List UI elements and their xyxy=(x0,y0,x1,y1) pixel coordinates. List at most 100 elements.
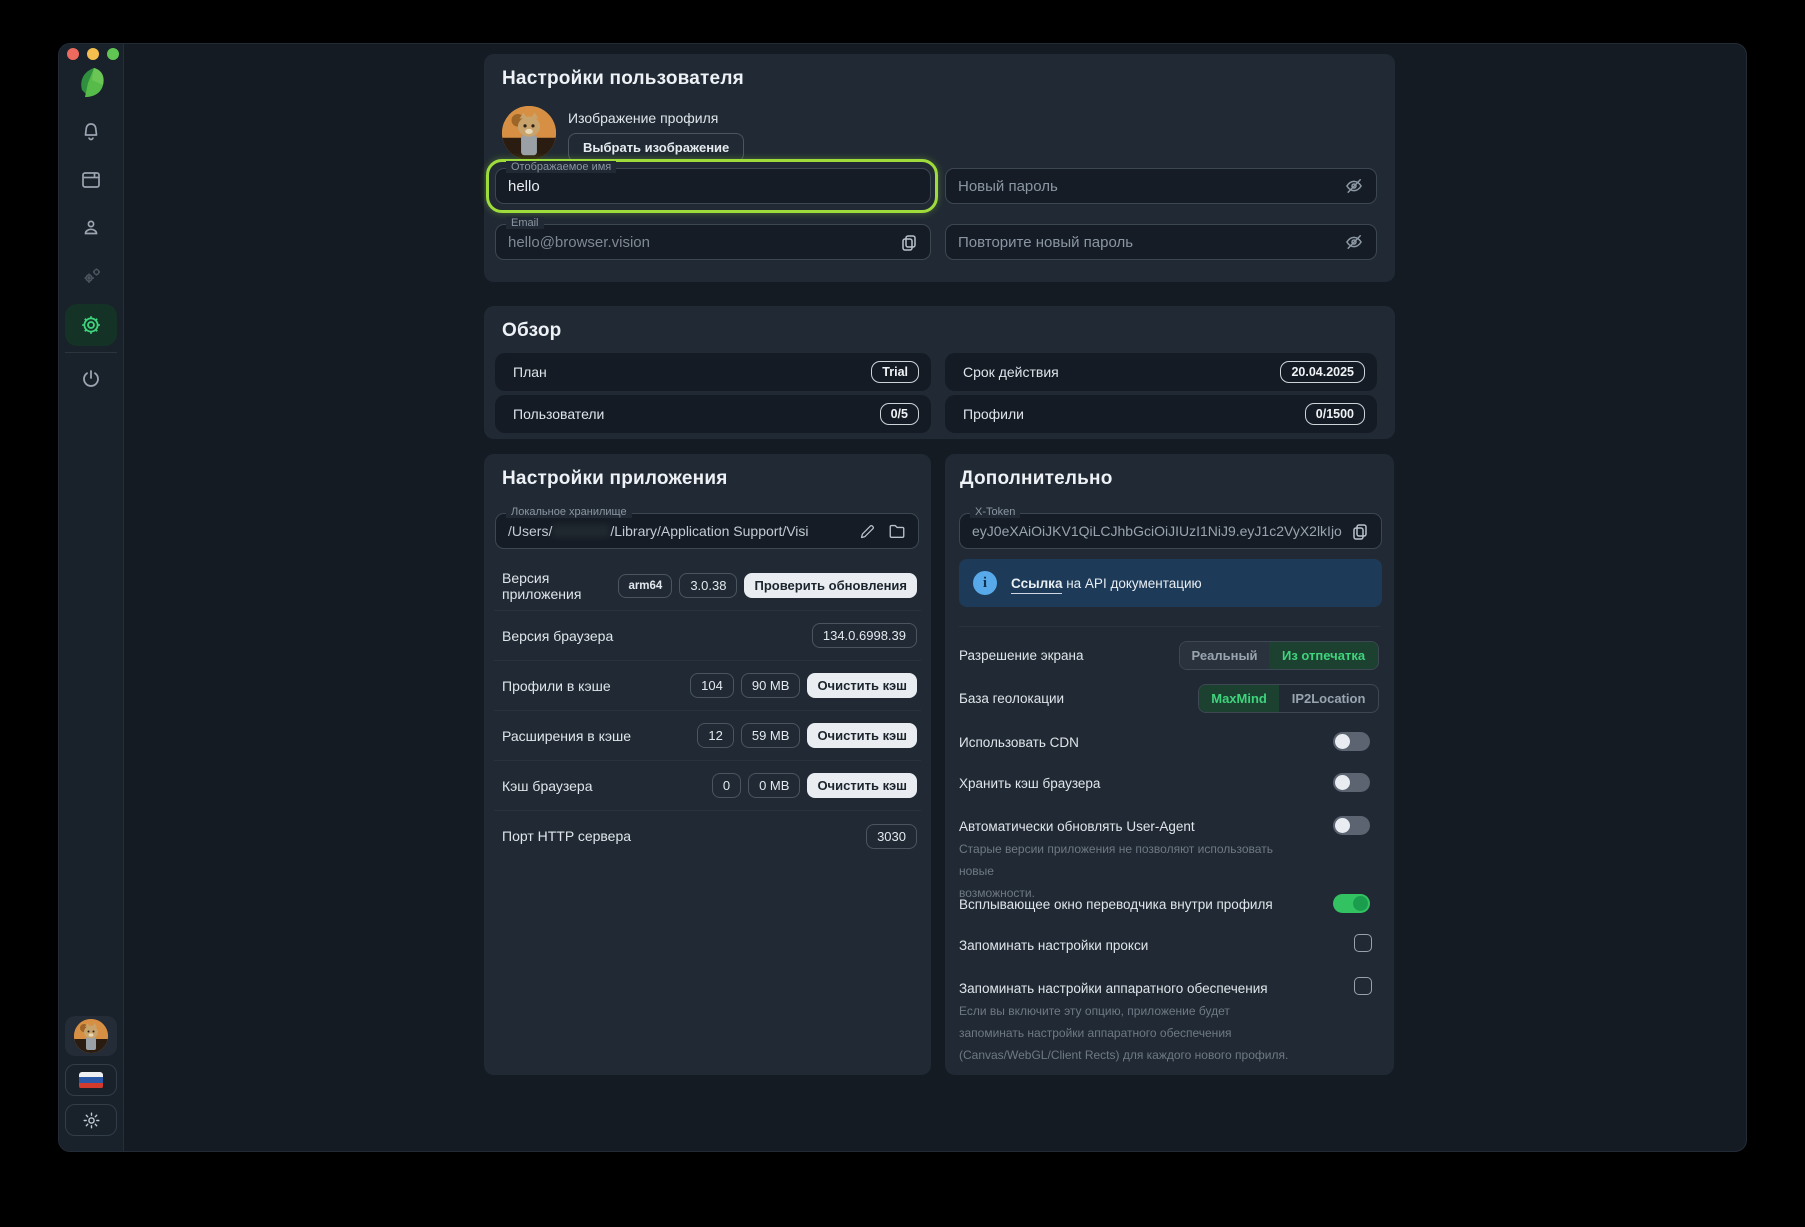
new-password-input[interactable] xyxy=(958,177,1344,195)
api-docs-link[interactable]: Ссылка xyxy=(1011,575,1063,594)
local-storage-path-prefix: /Users/ xyxy=(508,523,553,539)
user-settings-title: Настройки пользователя xyxy=(502,68,744,89)
automation-gears-icon[interactable] xyxy=(82,266,102,286)
check-updates-button[interactable]: Проверить обновления xyxy=(744,573,917,598)
sidebar-item-settings-active[interactable] xyxy=(65,304,117,346)
open-folder-icon[interactable] xyxy=(888,522,906,540)
use-cdn-label: Использовать CDN xyxy=(959,735,1079,750)
keep-browser-cache-label: Хранить кэш браузера xyxy=(959,776,1101,791)
app-window: Настройки пользователя Изображение профи… xyxy=(58,43,1747,1152)
app-version-row: Версия приложения arm64 3.0.38 Проверить… xyxy=(494,561,921,611)
clear-extensions-cache-button[interactable]: Очистить кэш xyxy=(807,723,917,748)
keep-browser-cache-toggle[interactable] xyxy=(1333,773,1370,792)
repeat-password-field[interactable] xyxy=(945,224,1377,260)
theme-toggle-button[interactable] xyxy=(65,1104,117,1136)
browser-cache-label: Кэш браузера xyxy=(502,777,593,794)
clear-profiles-cache-button[interactable]: Очистить кэш xyxy=(807,673,917,698)
http-port-label: Порт HTTP сервера xyxy=(502,828,632,844)
display-name-label: Отображаемое имя xyxy=(506,161,617,173)
profile-image-label: Изображение профиля xyxy=(568,110,719,126)
cached-profiles-label: Профили в кэше xyxy=(502,677,611,694)
toggle-knob xyxy=(1335,775,1350,790)
redacted-username xyxy=(552,524,611,538)
app-version-badge: 3.0.38 xyxy=(679,573,738,598)
translator-popup-toggle[interactable] xyxy=(1333,894,1370,913)
overview-title: Обзор xyxy=(502,320,562,341)
app-settings-rows: Версия приложения arm64 3.0.38 Проверить… xyxy=(494,561,921,861)
copy-email-icon[interactable] xyxy=(900,233,918,251)
power-logout-icon[interactable] xyxy=(79,367,103,391)
show-password-eye-off-icon[interactable] xyxy=(1344,176,1364,196)
repeat-password-input[interactable] xyxy=(958,233,1344,251)
app-version-label: Версия приложения xyxy=(502,569,582,602)
users-badge: 0/5 xyxy=(879,403,919,425)
expiry-label: Срок действия xyxy=(963,364,1059,380)
theme-sun-icon xyxy=(83,1112,99,1128)
notifications-bell-icon[interactable] xyxy=(79,120,103,144)
segment-ip2location[interactable]: IP2Location xyxy=(1279,685,1378,712)
overview-panel: Обзор План Trial Срок действия 20.04.202… xyxy=(484,306,1395,439)
browser-version-label: Версия браузера xyxy=(502,627,614,644)
screen-resolution-segmented: Реальный Из отпечатка xyxy=(1179,641,1379,670)
language-selector-button[interactable] xyxy=(65,1064,117,1096)
cached-extensions-label: Расширения в кэше xyxy=(502,727,632,744)
http-port-row: Порт HTTP сервера 3030 xyxy=(494,811,921,861)
extra-panel: Дополнительно X-Token eyJ0eXAiOiJKV1QiLC… xyxy=(945,454,1394,1075)
clear-browser-cache-button[interactable]: Очистить кэш xyxy=(807,773,917,798)
geo-db-label: База геолокации xyxy=(959,691,1065,706)
toggle-knob xyxy=(1353,896,1368,911)
remember-hardware-checkbox[interactable] xyxy=(1354,977,1372,995)
x-token-field[interactable]: X-Token eyJ0eXAiOiJKV1QiLCJhbGciOiJIUzI1… xyxy=(959,506,1382,549)
remember-proxy-checkbox[interactable] xyxy=(1354,934,1372,952)
cached-profiles-size-badge: 90 MB xyxy=(740,673,801,698)
api-docs-text: на API документацию xyxy=(1066,575,1202,591)
sidebar-profile-avatar[interactable] xyxy=(65,1016,117,1056)
browser-cache-count-badge: 0 xyxy=(711,773,742,798)
segment-maxmind[interactable]: MaxMind xyxy=(1199,685,1280,712)
settings-gear-icon xyxy=(82,316,100,334)
copy-token-icon[interactable] xyxy=(1351,522,1369,540)
show-repeat-password-eye-off-icon[interactable] xyxy=(1344,232,1364,252)
zoom-window-button[interactable] xyxy=(107,48,119,60)
app-logo xyxy=(77,66,105,100)
app-settings-title: Настройки приложения xyxy=(502,468,728,489)
remember-hardware-description: Если вы включите эту опцию, приложение б… xyxy=(959,1004,1289,1062)
remember-proxy-label: Запоминать настройки прокси xyxy=(959,938,1149,953)
plan-row: План Trial xyxy=(495,353,931,391)
api-docs-banner: i Ссылка на API документацию xyxy=(959,559,1382,607)
user-settings-panel: Настройки пользователя Изображение профи… xyxy=(484,54,1395,282)
segment-real[interactable]: Реальный xyxy=(1180,642,1270,669)
new-password-field[interactable] xyxy=(945,168,1377,204)
screen-resolution-label: Разрешение экрана xyxy=(959,648,1084,663)
extra-title: Дополнительно xyxy=(960,468,1113,489)
minimize-window-button[interactable] xyxy=(87,48,99,60)
local-storage-field[interactable]: Локальное хранилище /Users/ /Library/App… xyxy=(495,506,919,549)
auto-update-ua-toggle[interactable] xyxy=(1333,816,1370,835)
team-person-icon[interactable] xyxy=(79,216,103,240)
email-label: Email xyxy=(506,217,544,229)
local-storage-label: Локальное хранилище xyxy=(506,506,632,518)
geo-db-segmented: MaxMind IP2Location xyxy=(1198,684,1379,713)
plan-label: План xyxy=(513,364,547,380)
browser-window-icon[interactable] xyxy=(79,168,103,192)
toggle-knob xyxy=(1335,734,1350,749)
close-window-button[interactable] xyxy=(67,48,79,60)
expiry-badge: 20.04.2025 xyxy=(1280,361,1365,383)
users-row: Пользователи 0/5 xyxy=(495,395,931,433)
plan-badge: Trial xyxy=(871,361,919,383)
local-storage-path-suffix: /Library/Application Support/Visi xyxy=(610,523,809,539)
display-name-input[interactable] xyxy=(508,177,918,195)
profiles-label: Профили xyxy=(963,406,1024,422)
auto-update-ua-label: Автоматически обновлять User-Agent xyxy=(959,819,1195,834)
arch-badge: arm64 xyxy=(618,573,673,598)
segment-from-fingerprint[interactable]: Из отпечатка xyxy=(1269,642,1378,669)
choose-image-button[interactable]: Выбрать изображение xyxy=(568,133,745,162)
edit-path-pencil-icon[interactable] xyxy=(859,523,876,540)
auto-update-ua-description: Старые версии приложения не позволяют ис… xyxy=(959,842,1273,900)
email-field[interactable]: Email xyxy=(495,217,931,260)
display-name-field[interactable]: Отображаемое имя xyxy=(495,161,931,204)
email-input[interactable] xyxy=(508,233,900,251)
cached-extensions-size-badge: 59 MB xyxy=(740,723,801,748)
use-cdn-toggle[interactable] xyxy=(1333,732,1370,751)
toggle-knob xyxy=(1335,818,1350,833)
